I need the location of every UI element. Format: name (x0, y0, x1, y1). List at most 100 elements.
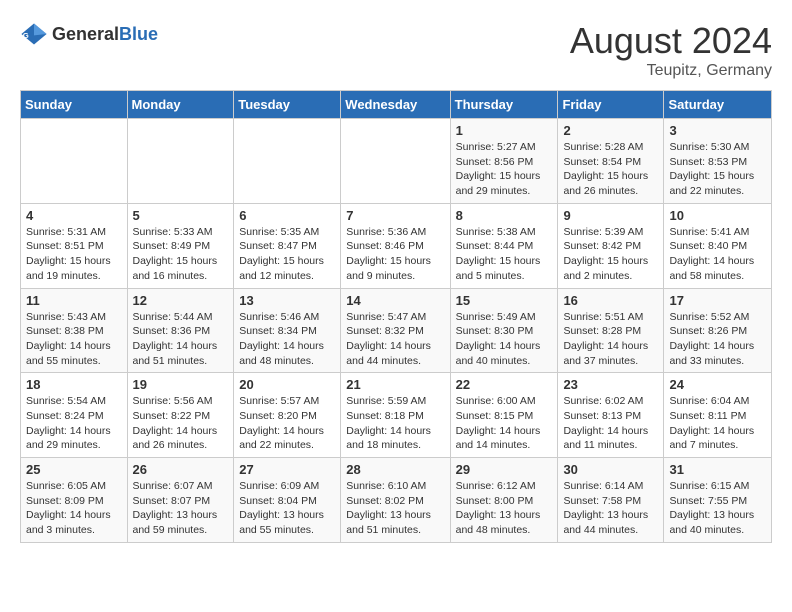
calendar-cell: 28 Sunrise: 6:10 AM Sunset: 8:02 PM Dayli… (341, 458, 450, 543)
day-info: Sunrise: 5:59 AM Sunset: 8:18 PM Dayligh… (346, 394, 444, 453)
calendar-cell: 12Sunrise: 5:44 AM Sunset: 8:36 PM Dayli… (127, 288, 234, 373)
calendar-cell: 19 Sunrise: 5:56 AM Sunset: 8:22 PM Dayli… (127, 373, 234, 458)
day-number: 14 (346, 293, 444, 308)
calendar-cell: 31 Sunrise: 6:15 AM Sunset: 7:55 PM Dayli… (664, 458, 772, 543)
calendar-cell: 25 Sunrise: 6:05 AM Sunset: 8:09 PM Dayli… (21, 458, 128, 543)
day-info: Sunrise: 5:28 AM Sunset: 8:54 PM Dayligh… (563, 140, 658, 199)
day-number: 21 (346, 377, 444, 392)
calendar-week-row: 25 Sunrise: 6:05 AM Sunset: 8:09 PM Dayli… (21, 458, 772, 543)
day-number: 2 (563, 123, 658, 138)
calendar-cell: 18 Sunrise: 5:54 AM Sunset: 8:24 PM Dayli… (21, 373, 128, 458)
column-header-sunday: Sunday (21, 91, 128, 119)
day-info: Sunrise: 5:54 AM Sunset: 8:24 PM Dayligh… (26, 394, 122, 453)
day-info: Sunrise: 6:12 AM Sunset: 8:00 PM Dayligh… (456, 479, 553, 538)
page-header: G GeneralBlue August 2024 Teupitz, Germa… (20, 20, 772, 80)
day-info: Sunrise: 5:27 AM Sunset: 8:56 PM Dayligh… (456, 140, 553, 199)
calendar-cell: 13 Sunrise: 5:46 AM Sunset: 8:34 PM Dayli… (234, 288, 341, 373)
calendar-cell: 21 Sunrise: 5:59 AM Sunset: 8:18 PM Dayli… (341, 373, 450, 458)
day-number: 10 (669, 208, 766, 223)
day-info: Sunrise: 6:10 AM Sunset: 8:02 PM Dayligh… (346, 479, 444, 538)
day-info: Sunrise: 6:05 AM Sunset: 8:09 PM Dayligh… (26, 479, 122, 538)
day-info: Sunrise: 5:56 AM Sunset: 8:22 PM Dayligh… (133, 394, 229, 453)
calendar-cell: 2 Sunrise: 5:28 AM Sunset: 8:54 PM Daylig… (558, 119, 664, 204)
calendar-cell: 1 Sunrise: 5:27 AM Sunset: 8:56 PM Daylig… (450, 119, 558, 204)
calendar-cell (234, 119, 341, 204)
calendar-cell: 20Sunrise: 5:57 AM Sunset: 8:20 PM Dayli… (234, 373, 341, 458)
calendar-cell: 5Sunrise: 5:33 AM Sunset: 8:49 PM Daylig… (127, 203, 234, 288)
column-header-saturday: Saturday (664, 91, 772, 119)
logo-blue-text: Blue (119, 24, 158, 44)
day-info: Sunrise: 5:39 AM Sunset: 8:42 PM Dayligh… (563, 225, 658, 284)
day-number: 29 (456, 462, 553, 477)
day-number: 16 (563, 293, 658, 308)
location-subtitle: Teupitz, Germany (570, 62, 772, 80)
day-info: Sunrise: 5:57 AM Sunset: 8:20 PM Dayligh… (239, 394, 335, 453)
day-number: 3 (669, 123, 766, 138)
calendar-cell: 17 Sunrise: 5:52 AM Sunset: 8:26 PM Dayli… (664, 288, 772, 373)
day-info: Sunrise: 6:09 AM Sunset: 8:04 PM Dayligh… (239, 479, 335, 538)
calendar-header-row: SundayMondayTuesdayWednesdayThursdayFrid… (21, 91, 772, 119)
day-info: Sunrise: 6:07 AM Sunset: 8:07 PM Dayligh… (133, 479, 229, 538)
calendar-cell: 27 Sunrise: 6:09 AM Sunset: 8:04 PM Dayli… (234, 458, 341, 543)
day-info: Sunrise: 5:35 AM Sunset: 8:47 PM Dayligh… (239, 225, 335, 284)
logo-icon: G (20, 20, 48, 48)
logo: G GeneralBlue (20, 20, 158, 48)
day-info: Sunrise: 5:38 AM Sunset: 8:44 PM Dayligh… (456, 225, 553, 284)
day-number: 11 (26, 293, 122, 308)
calendar-cell: 24Sunrise: 6:04 AM Sunset: 8:11 PM Dayli… (664, 373, 772, 458)
day-number: 22 (456, 377, 553, 392)
day-number: 18 (26, 377, 122, 392)
calendar-week-row: 4 Sunrise: 5:31 AM Sunset: 8:51 PM Daylig… (21, 203, 772, 288)
logo-general-text: General (52, 24, 119, 44)
calendar-cell (341, 119, 450, 204)
day-info: Sunrise: 5:31 AM Sunset: 8:51 PM Dayligh… (26, 225, 122, 284)
column-header-tuesday: Tuesday (234, 91, 341, 119)
calendar-cell: 9 Sunrise: 5:39 AM Sunset: 8:42 PM Daylig… (558, 203, 664, 288)
calendar-cell: 23Sunrise: 6:02 AM Sunset: 8:13 PM Dayli… (558, 373, 664, 458)
column-header-thursday: Thursday (450, 91, 558, 119)
calendar-cell: 14 Sunrise: 5:47 AM Sunset: 8:32 PM Dayli… (341, 288, 450, 373)
day-info: Sunrise: 6:00 AM Sunset: 8:15 PM Dayligh… (456, 394, 553, 453)
calendar-cell: 22 Sunrise: 6:00 AM Sunset: 8:15 PM Dayli… (450, 373, 558, 458)
day-info: Sunrise: 5:43 AM Sunset: 8:38 PM Dayligh… (26, 310, 122, 369)
calendar-week-row: 1 Sunrise: 5:27 AM Sunset: 8:56 PM Daylig… (21, 119, 772, 204)
day-number: 27 (239, 462, 335, 477)
calendar-week-row: 11 Sunrise: 5:43 AM Sunset: 8:38 PM Dayli… (21, 288, 772, 373)
day-number: 25 (26, 462, 122, 477)
day-info: Sunrise: 5:47 AM Sunset: 8:32 PM Dayligh… (346, 310, 444, 369)
day-number: 24 (669, 377, 766, 392)
day-number: 19 (133, 377, 229, 392)
calendar-cell: 6Sunrise: 5:35 AM Sunset: 8:47 PM Daylig… (234, 203, 341, 288)
day-info: Sunrise: 5:41 AM Sunset: 8:40 PM Dayligh… (669, 225, 766, 284)
day-info: Sunrise: 5:46 AM Sunset: 8:34 PM Dayligh… (239, 310, 335, 369)
day-info: Sunrise: 5:52 AM Sunset: 8:26 PM Dayligh… (669, 310, 766, 369)
day-info: Sunrise: 5:49 AM Sunset: 8:30 PM Dayligh… (456, 310, 553, 369)
day-number: 30 (563, 462, 658, 477)
calendar-cell (21, 119, 128, 204)
day-number: 13 (239, 293, 335, 308)
calendar-cell: 29 Sunrise: 6:12 AM Sunset: 8:00 PM Dayli… (450, 458, 558, 543)
day-number: 17 (669, 293, 766, 308)
day-number: 8 (456, 208, 553, 223)
day-number: 23 (563, 377, 658, 392)
day-number: 28 (346, 462, 444, 477)
day-info: Sunrise: 5:51 AM Sunset: 8:28 PM Dayligh… (563, 310, 658, 369)
day-info: Sunrise: 5:33 AM Sunset: 8:49 PM Dayligh… (133, 225, 229, 284)
day-number: 7 (346, 208, 444, 223)
calendar-cell: 8 Sunrise: 5:38 AM Sunset: 8:44 PM Daylig… (450, 203, 558, 288)
svg-text:G: G (23, 31, 29, 40)
day-number: 1 (456, 123, 553, 138)
day-info: Sunrise: 6:15 AM Sunset: 7:55 PM Dayligh… (669, 479, 766, 538)
calendar-cell (127, 119, 234, 204)
day-info: Sunrise: 6:14 AM Sunset: 7:58 PM Dayligh… (563, 479, 658, 538)
calendar-cell: 4 Sunrise: 5:31 AM Sunset: 8:51 PM Daylig… (21, 203, 128, 288)
day-number: 9 (563, 208, 658, 223)
column-header-wednesday: Wednesday (341, 91, 450, 119)
day-number: 4 (26, 208, 122, 223)
day-number: 31 (669, 462, 766, 477)
day-number: 12 (133, 293, 229, 308)
day-number: 26 (133, 462, 229, 477)
month-year-title: August 2024 (570, 20, 772, 62)
calendar-cell: 16 Sunrise: 5:51 AM Sunset: 8:28 PM Dayli… (558, 288, 664, 373)
title-section: August 2024 Teupitz, Germany (570, 20, 772, 80)
